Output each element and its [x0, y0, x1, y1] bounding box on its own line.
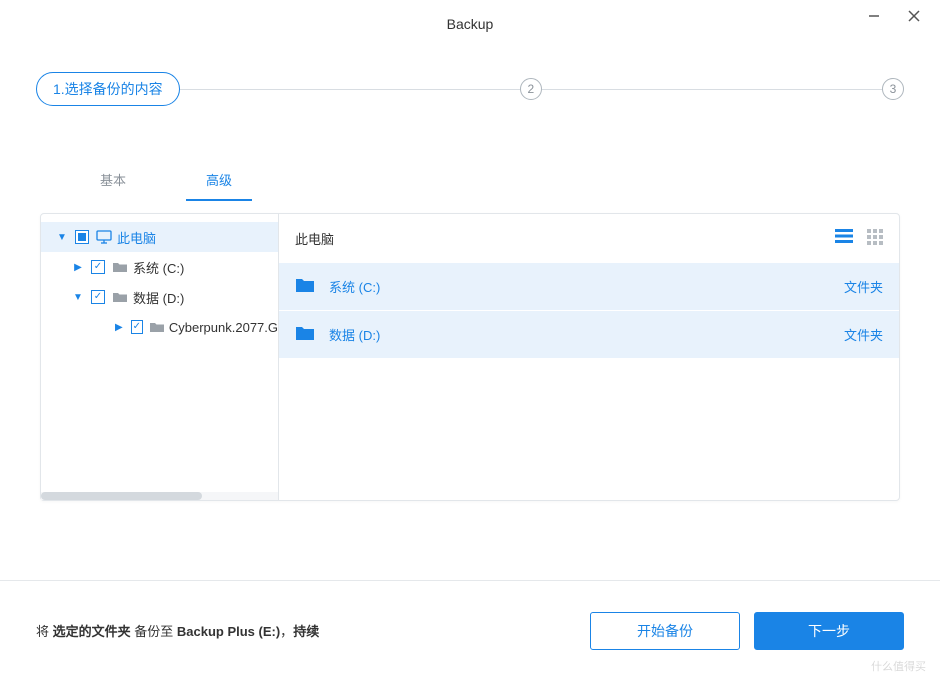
caret-down-icon[interactable]: ▼: [71, 292, 85, 303]
caret-right-icon[interactable]: ▶: [113, 322, 125, 333]
details-pane: 此电脑 系统 (C:) 文件夹 数据 (D:) 文件夹: [279, 214, 899, 500]
stepper: 1.选择备份的内容 2 3: [0, 48, 940, 114]
footer-text-part: 将: [36, 624, 53, 639]
close-icon: [908, 10, 920, 22]
grid-view-button[interactable]: [867, 229, 883, 248]
footer-text-part: ，: [280, 624, 293, 639]
minimize-icon: [868, 10, 880, 22]
folder-icon: [295, 277, 315, 296]
tree-item-cyberpunk[interactable]: ▶ Cyberpunk.2077.G: [41, 312, 278, 342]
window-controls: [856, 0, 932, 32]
close-button[interactable]: [896, 0, 932, 32]
tree-item-drive-c[interactable]: ▶ 系统 (C:): [41, 252, 278, 282]
step-2[interactable]: 2: [520, 78, 542, 100]
caret-right-icon[interactable]: ▶: [71, 262, 85, 273]
folder-icon: [149, 321, 165, 333]
step-1-active: 1.选择备份的内容: [36, 72, 180, 106]
tree-item-drive-d[interactable]: ▼ 数据 (D:): [41, 282, 278, 312]
tree-label: 系统 (C:): [133, 258, 184, 277]
tabs: 基本 高级: [0, 114, 940, 201]
step-line-2: [542, 89, 882, 90]
view-switcher: [835, 229, 883, 248]
checkbox-partial[interactable]: [75, 230, 89, 244]
list-item[interactable]: 系统 (C:) 文件夹: [279, 262, 899, 310]
caret-down-icon[interactable]: ▼: [55, 232, 69, 243]
footer-text-part: 备份至: [131, 624, 177, 639]
step-line-1: [180, 89, 520, 90]
item-kind: 文件夹: [844, 277, 883, 296]
tab-advanced[interactable]: 高级: [186, 162, 252, 201]
footer-buttons: 开始备份 下一步: [590, 612, 904, 650]
tab-basic[interactable]: 基本: [80, 162, 146, 201]
details-title: 此电脑: [295, 229, 334, 248]
list-view-button[interactable]: [835, 229, 853, 248]
details-header: 此电脑: [279, 214, 899, 262]
folder-icon: [295, 325, 315, 344]
checkbox-checked[interactable]: [131, 320, 143, 334]
checkbox-checked[interactable]: [91, 260, 105, 274]
footer-bold-mode: 持续: [293, 624, 319, 639]
start-backup-button[interactable]: 开始备份: [590, 612, 740, 650]
list-icon: [835, 229, 853, 243]
tree-scrollbar[interactable]: [41, 492, 278, 500]
computer-icon: [95, 230, 113, 244]
minimize-button[interactable]: [856, 0, 892, 32]
window-title: Backup: [447, 16, 494, 32]
grid-icon: [867, 229, 883, 245]
footer-bold-folders: 选定的文件夹: [53, 624, 131, 639]
folder-icon: [111, 261, 129, 273]
checkbox-checked[interactable]: [91, 290, 105, 304]
tree-label: 此电脑: [117, 228, 156, 247]
item-name: 系统 (C:): [329, 277, 380, 296]
tree-item-computer[interactable]: ▼ 此电脑: [41, 222, 278, 252]
list-item[interactable]: 数据 (D:) 文件夹: [279, 310, 899, 358]
tree-pane: ▼ 此电脑 ▶ 系统 (C:) ▼: [41, 214, 279, 500]
footer: 将 选定的文件夹 备份至 Backup Plus (E:)，持续 开始备份 下一…: [0, 580, 940, 680]
footer-summary: 将 选定的文件夹 备份至 Backup Plus (E:)，持续: [36, 621, 319, 640]
folder-icon: [111, 291, 129, 303]
footer-bold-destination: Backup Plus (E:): [177, 624, 280, 639]
tree-label: Cyberpunk.2077.G: [169, 320, 278, 335]
item-name: 数据 (D:): [329, 325, 380, 344]
titlebar: Backup: [0, 0, 940, 48]
file-explorer: ▼ 此电脑 ▶ 系统 (C:) ▼: [40, 213, 900, 501]
step-3[interactable]: 3: [882, 78, 904, 100]
item-kind: 文件夹: [844, 325, 883, 344]
next-button[interactable]: 下一步: [754, 612, 904, 650]
watermark: 什么值得买: [871, 658, 926, 674]
tree-label: 数据 (D:): [133, 288, 184, 307]
